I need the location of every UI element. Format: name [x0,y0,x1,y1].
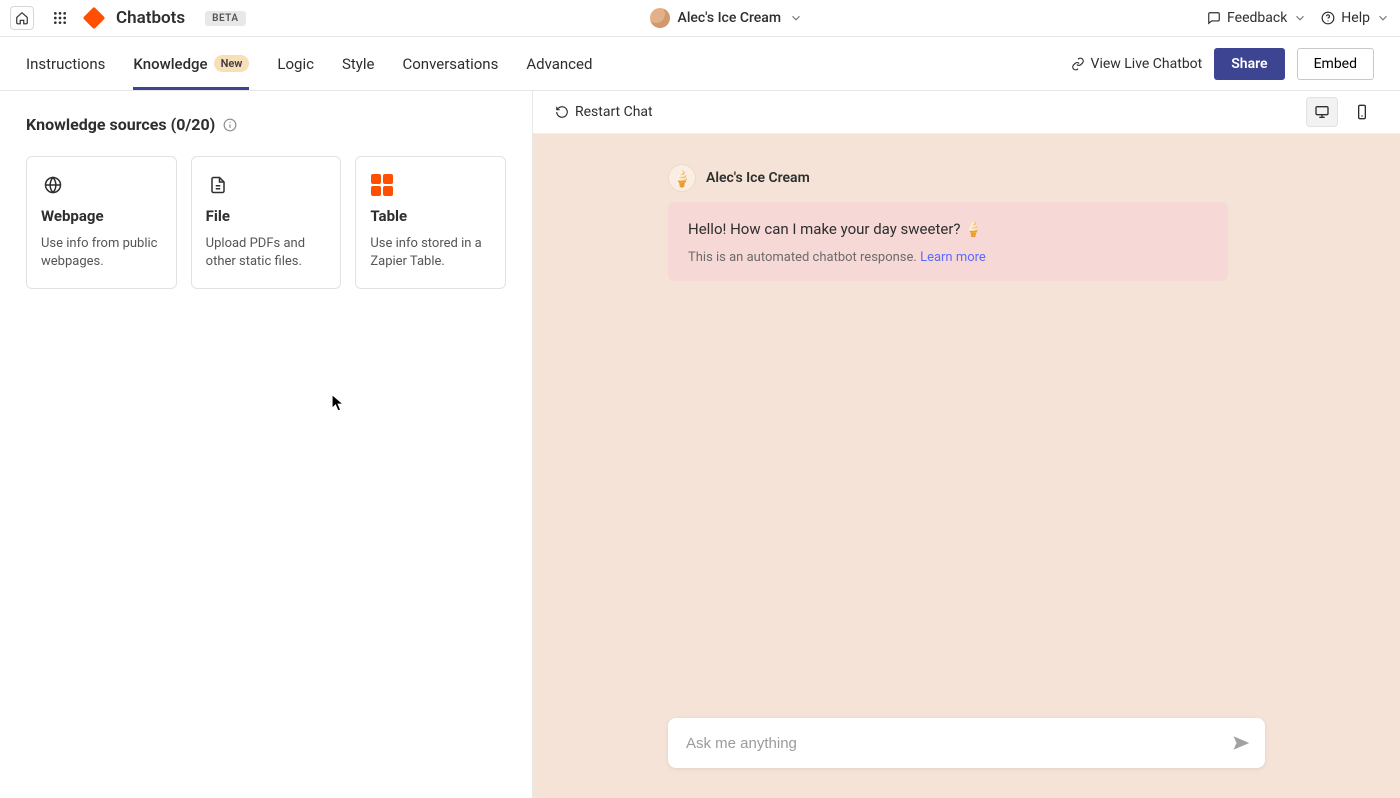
chatbot-name: Alec's Ice Cream [678,10,782,26]
feedback-link[interactable]: Feedback [1207,10,1307,26]
chat-canvas: 🍦 Alec's Ice Cream Hello! How can I make… [533,134,1400,798]
sub-header-actions: View Live Chatbot Share Embed [1071,48,1374,80]
restart-chat-label: Restart Chat [575,104,653,120]
source-title: File [206,207,327,225]
feedback-label: Feedback [1227,10,1287,26]
chatbot-picker[interactable]: Alec's Ice Cream [650,8,804,28]
bot-message: Hello! How can I make your day sweeter? … [668,202,1228,281]
tab-logic[interactable]: Logic [277,37,314,90]
source-desc: Use info from public webpages. [41,235,162,270]
desktop-preview-button[interactable] [1306,97,1338,127]
main-content: Knowledge sources (0/20) Webpage Use inf… [0,91,1400,798]
globe-icon [41,173,65,197]
tab-label: Advanced [526,55,592,73]
send-button[interactable] [1225,727,1257,759]
chevron-down-icon [1293,11,1307,25]
view-live-label: View Live Chatbot [1091,56,1203,72]
learn-more-link[interactable]: Learn more [920,250,986,265]
tab-advanced[interactable]: Advanced [526,37,592,90]
chat-input-wrap [668,718,1265,768]
tab-knowledge[interactable]: Knowledge New [133,37,249,90]
table-icon [370,173,394,197]
source-title: Table [370,207,491,225]
chevron-down-icon [1376,11,1390,25]
send-icon [1232,734,1250,752]
desktop-icon [1314,104,1330,120]
chat-toolbar: Restart Chat [533,91,1400,134]
header-left: Chatbots BETA [10,6,246,30]
tab-label: Conversations [402,55,498,73]
knowledge-pane: Knowledge sources (0/20) Webpage Use inf… [0,91,533,798]
source-desc: Upload PDFs and other static files. [206,235,327,270]
link-icon [1071,57,1085,71]
zapier-logo-icon [83,7,106,30]
mobile-icon [1354,104,1370,120]
sub-header: Instructions Knowledge New Logic Style C… [0,37,1400,91]
bot-greeting: Hello! How can I make your day sweeter? … [688,220,1208,238]
new-badge: New [214,55,250,72]
chevron-down-icon [789,11,803,25]
bot-header: 🍦 Alec's Ice Cream [668,164,1265,192]
chat-text-input[interactable] [686,735,1225,752]
bot-avatar-icon: 🍦 [668,164,696,192]
chat-input[interactable] [668,718,1265,768]
tab-conversations[interactable]: Conversations [402,37,498,90]
help-link[interactable]: Help [1321,10,1390,26]
header-right: Feedback Help [1207,10,1390,26]
top-header: Chatbots BETA Alec's Ice Cream Feedback … [0,0,1400,37]
tabs-row: Instructions Knowledge New Logic Style C… [26,37,592,90]
knowledge-sources-title: Knowledge sources (0/20) [26,115,215,134]
apps-icon [52,10,68,26]
beta-badge: BETA [205,11,245,26]
tab-label: Logic [277,55,314,73]
source-card-webpage[interactable]: Webpage Use info from public webpages. [26,156,177,289]
embed-button[interactable]: Embed [1297,48,1374,80]
restart-icon [555,105,569,119]
bot-response-footnote: This is an automated chatbot response. L… [688,250,1208,265]
tab-label: Knowledge [133,55,207,73]
apps-button[interactable] [48,6,72,30]
share-button[interactable]: Share [1214,48,1284,80]
view-live-link[interactable]: View Live Chatbot [1071,56,1203,72]
tab-label: Instructions [26,55,105,73]
tab-label: Style [342,55,375,73]
tab-style[interactable]: Style [342,37,375,90]
mobile-preview-button[interactable] [1346,97,1378,127]
footnote-text: This is an automated chatbot response. [688,250,920,265]
source-desc: Use info stored in a Zapier Table. [370,235,491,270]
device-toggle [1306,97,1378,127]
home-icon [15,11,29,25]
comment-icon [1207,11,1221,25]
file-icon [206,173,230,197]
source-title: Webpage [41,207,162,225]
home-button[interactable] [10,6,34,30]
tab-instructions[interactable]: Instructions [26,37,105,90]
info-circle-icon[interactable] [223,118,237,132]
app-title: Chatbots [116,8,185,28]
user-avatar [650,8,670,28]
bot-name: Alec's Ice Cream [706,170,810,186]
chat-preview-pane: Restart Chat 🍦 Alec's Ice Cream Hello! H… [533,91,1400,798]
question-circle-icon [1321,11,1335,25]
source-card-table[interactable]: Table Use info stored in a Zapier Table. [355,156,506,289]
restart-chat-button[interactable]: Restart Chat [555,104,653,120]
source-card-file[interactable]: File Upload PDFs and other static files. [191,156,342,289]
help-label: Help [1341,10,1370,26]
source-card-grid: Webpage Use info from public webpages. F… [26,156,506,289]
knowledge-sources-title-row: Knowledge sources (0/20) [26,115,506,134]
